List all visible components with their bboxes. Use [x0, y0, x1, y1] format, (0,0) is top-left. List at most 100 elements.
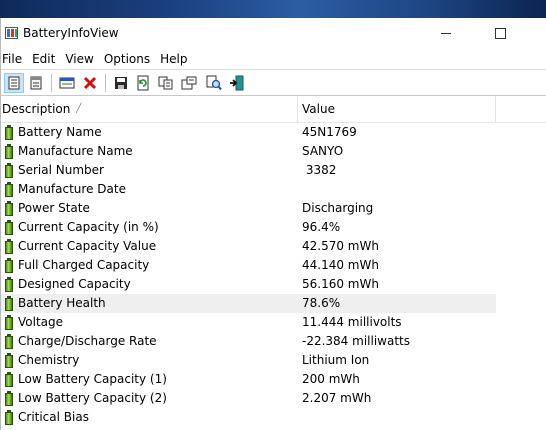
html-report-icon — [30, 76, 42, 90]
maximize-button[interactable] — [477, 18, 523, 49]
properties-button[interactable] — [4, 73, 24, 93]
value-cell: Discharging — [302, 201, 374, 215]
column-header: Description ╱ Value — [1, 96, 546, 123]
value-cell: 56.160 mWh — [302, 277, 379, 291]
description-cell: Power State — [18, 201, 90, 215]
description-cell: Low Battery Capacity (1) — [18, 372, 167, 386]
toolbar-separator — [51, 74, 52, 92]
value-cell: 96.4% — [302, 220, 341, 234]
exit-button[interactable] — [227, 73, 247, 93]
log-window-icon — [59, 77, 75, 89]
value-cell: 44.140 mWh — [302, 258, 379, 272]
close-button[interactable]: X — [531, 18, 546, 49]
list-item[interactable]: Designed Capacity 56.160 mWh — [1, 275, 546, 294]
value-cell: Lithium Ion — [302, 353, 370, 367]
list-item[interactable]: Charge/Discharge Rate -22.384 milliwatts — [1, 332, 546, 351]
toolbar-separator — [105, 74, 106, 92]
column-divider[interactable] — [297, 96, 298, 123]
refresh-button[interactable] — [133, 73, 153, 93]
description-cell: Low Battery Capacity (2) — [18, 391, 167, 405]
menu-options[interactable]: Options — [102, 52, 156, 66]
column-header-value[interactable]: Value — [302, 102, 335, 116]
menu-help[interactable]: Help — [158, 52, 193, 66]
description-cell: Battery Health — [18, 296, 106, 310]
toolbar — [1, 69, 546, 96]
options-button[interactable] — [179, 73, 199, 93]
description-cell: Battery Name — [18, 125, 102, 139]
battery-icon — [5, 410, 13, 425]
sort-indicator-icon: ╱ — [76, 104, 82, 114]
value-cell: 42.570 mWh — [302, 239, 379, 253]
list-item[interactable]: Manufacture Date — [1, 180, 546, 199]
menu-view[interactable]: View — [63, 52, 99, 66]
description-cell: Manufacture Date — [18, 182, 126, 196]
battery-icon — [5, 296, 13, 311]
description-cell: Critical Bias — [18, 410, 89, 424]
value-cell: 11.444 millivolts — [302, 315, 402, 329]
description-cell: Charge/Discharge Rate — [18, 334, 157, 348]
battery-icon — [5, 372, 13, 387]
battery-icon — [5, 353, 13, 368]
description-cell: Manufacture Name — [18, 144, 133, 158]
value-cell: -22.384 milliwatts — [302, 334, 410, 348]
column-divider[interactable] — [495, 96, 496, 123]
delete-button[interactable] — [80, 73, 100, 93]
battery-icon — [5, 125, 13, 140]
value-cell: 45N1769 — [302, 125, 357, 139]
save-icon — [115, 77, 127, 89]
battery-icon — [5, 220, 13, 235]
battery-icon — [5, 315, 13, 330]
app-window: BatteryInfoView X File Edit View Options… — [0, 18, 546, 430]
find-button[interactable] — [204, 73, 224, 93]
battery-icon — [5, 182, 13, 197]
menu-edit[interactable]: Edit — [30, 52, 61, 66]
minimize-button[interactable] — [423, 18, 469, 49]
html-report-button[interactable] — [26, 73, 46, 93]
menu-file[interactable]: File — [1, 52, 28, 66]
battery-icon — [5, 277, 13, 292]
save-button[interactable] — [111, 73, 131, 93]
list-item[interactable]: Battery Health 78.6% — [1, 294, 546, 313]
list-item[interactable]: Full Charged Capacity 44.140 mWh — [1, 256, 546, 275]
list-item[interactable]: Low Battery Capacity (1) 200 mWh — [1, 370, 546, 389]
log-window-button[interactable] — [57, 73, 77, 93]
list-item[interactable]: Low Battery Capacity (2) 2.207 mWh — [1, 389, 546, 408]
list-item[interactable]: Critical Bias — [1, 408, 546, 427]
battery-icon — [5, 334, 13, 349]
description-cell: Current Capacity (in %) — [18, 220, 159, 234]
copy-button[interactable] — [156, 73, 176, 93]
value-cell: 2.207 mWh — [302, 391, 372, 405]
list-item[interactable]: Power State Discharging — [1, 199, 546, 218]
list-item[interactable]: Current Capacity Value 42.570 mWh — [1, 237, 546, 256]
column-header-description[interactable]: Description — [2, 102, 70, 116]
description-cell: Full Charged Capacity — [18, 258, 150, 272]
description-cell: Chemistry — [18, 353, 80, 367]
battery-icon — [5, 239, 13, 254]
title-bar[interactable]: BatteryInfoView X — [1, 18, 546, 49]
list-item[interactable]: Serial Number 3382 — [1, 161, 546, 180]
list-item[interactable]: Chemistry Lithium Ion — [1, 351, 546, 370]
copy-icon — [158, 76, 173, 90]
list-item[interactable]: Battery Name 45N1769 — [1, 123, 546, 142]
refresh-icon — [137, 75, 149, 91]
properties-list[interactable]: Description ╱ Value Battery Name 45N1769 M… — [1, 96, 546, 430]
value-cell: 200 mWh — [302, 372, 360, 386]
app-icon — [5, 27, 18, 39]
list-item[interactable]: Current Capacity (in %) 96.4% — [1, 218, 546, 237]
find-icon — [206, 75, 222, 91]
options-icon — [181, 76, 197, 90]
value-cell: 3382 — [302, 163, 337, 177]
value-cell: SANYO — [302, 144, 344, 158]
delete-icon — [83, 76, 97, 90]
value-cell: 78.6% — [302, 296, 341, 310]
battery-icon — [5, 391, 13, 406]
battery-icon — [5, 144, 13, 159]
window-title: BatteryInfoView — [23, 26, 119, 40]
battery-icon — [5, 258, 13, 273]
list-item[interactable]: Voltage 11.444 millivolts — [1, 313, 546, 332]
list-item[interactable]: Manufacture Name SANYO — [1, 142, 546, 161]
battery-icon — [5, 201, 13, 216]
exit-icon — [230, 75, 244, 91]
description-cell: Serial Number — [18, 163, 104, 177]
description-cell: Designed Capacity — [18, 277, 131, 291]
